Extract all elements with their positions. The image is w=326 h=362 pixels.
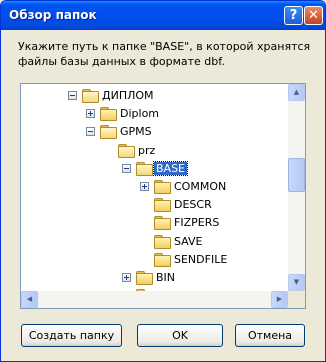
scroll-right-icon[interactable]: ▶	[271, 291, 288, 308]
tree-item-label[interactable]: COMMON	[172, 180, 228, 193]
window-title: Обзор папок	[9, 8, 97, 22]
vertical-scrollbar[interactable]: ▲ ▼	[288, 84, 305, 291]
folder-icon	[154, 198, 171, 212]
open-folder-icon	[82, 89, 99, 103]
browse-folder-dialog: Обзор папок ? ✕ Укажите путь к папке "BA…	[0, 0, 326, 362]
expand-icon[interactable]	[140, 182, 149, 191]
tree-item-label[interactable]: BIN	[154, 271, 177, 284]
open-folder-icon	[118, 144, 135, 158]
new-folder-button[interactable]: Создать папку	[21, 324, 122, 347]
tree-item-label-selected[interactable]: BASE	[152, 161, 189, 176]
tree-item[interactable]: ДИПЛОМ	[21, 87, 289, 105]
title-bar[interactable]: Обзор папок ? ✕	[1, 1, 325, 30]
vertical-scroll-thumb[interactable]	[288, 158, 305, 192]
folder-icon	[154, 235, 171, 249]
folder-tree[interactable]: ДИПЛОМ Diplom GPMS prz BASE COMMON DESCR FIZPER…	[20, 83, 306, 309]
tree-item-label[interactable]: DESCR	[172, 198, 214, 211]
expand-icon[interactable]	[122, 273, 131, 282]
tree-item-label[interactable]: SENDFILE	[172, 253, 229, 266]
help-button[interactable]: ?	[284, 6, 303, 25]
tree-item[interactable]: FIZPERS	[21, 214, 289, 232]
instruction-line-1: Укажите путь к папке "BASE", в которой х…	[18, 40, 311, 53]
tree-item[interactable]: prz	[21, 142, 289, 160]
tree-item-label[interactable]: FIZPERS	[172, 216, 221, 229]
instruction-line-2: файлы базы данных в формате dbf.	[18, 55, 225, 68]
tree-item-label[interactable]: SAVE	[172, 235, 204, 248]
scrollbar-corner	[288, 291, 305, 308]
tree-item[interactable]: BIN	[21, 269, 289, 287]
tree-item[interactable]: SENDFILE	[21, 251, 289, 269]
collapse-icon[interactable]	[86, 127, 95, 136]
ok-button[interactable]: OK	[137, 324, 223, 347]
tree-item-label[interactable]: ДИПЛОМ	[100, 89, 156, 102]
scroll-down-icon[interactable]: ▼	[288, 274, 305, 291]
horizontal-scrollbar[interactable]: ◀ ▶	[21, 291, 288, 308]
scroll-left-icon[interactable]: ◀	[21, 291, 38, 308]
tree-item[interactable]: COMMON	[21, 178, 289, 196]
open-folder-icon	[100, 125, 117, 139]
tree-item[interactable]: DESCR	[21, 196, 289, 214]
collapse-icon[interactable]	[122, 164, 131, 173]
instruction-text: Укажите путь к папке "BASE", в которой х…	[18, 39, 313, 69]
tree-item[interactable]: SAVE	[21, 233, 289, 251]
folder-icon	[100, 107, 117, 121]
tree-item-label[interactable]: GPMS	[118, 125, 154, 138]
expand-icon[interactable]	[86, 109, 95, 118]
open-folder-icon	[136, 162, 153, 176]
tree-item-label[interactable]: prz	[136, 144, 157, 157]
folder-icon	[154, 216, 171, 230]
close-button[interactable]: ✕	[304, 6, 323, 25]
folder-icon	[154, 180, 171, 194]
tree-item[interactable]: GPMS	[21, 123, 289, 141]
cancel-button[interactable]: Отмена	[235, 324, 305, 347]
tree-item[interactable]: Diplom	[21, 105, 289, 123]
collapse-icon[interactable]	[68, 91, 77, 100]
folder-icon	[154, 253, 171, 267]
scroll-up-icon[interactable]: ▲	[288, 84, 305, 101]
folder-icon	[136, 271, 153, 285]
tree-item[interactable]: BASE	[21, 160, 289, 178]
tree-item-label[interactable]: Diplom	[118, 107, 161, 120]
